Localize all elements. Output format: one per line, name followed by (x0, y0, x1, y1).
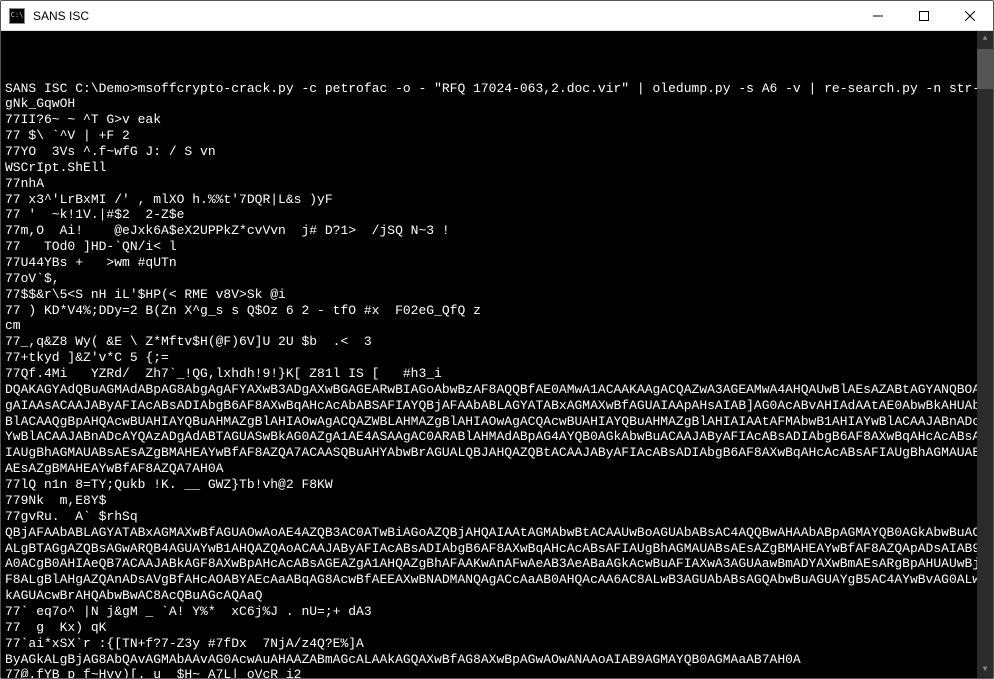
scrollbar-thumb[interactable] (977, 49, 993, 89)
application-window: C:\ SANS ISC SANS ISC C:\Demo>msoffcrypt… (0, 0, 994, 679)
titlebar[interactable]: C:\ SANS ISC (1, 1, 993, 31)
minimize-button[interactable] (855, 1, 901, 30)
window-title: SANS ISC (33, 9, 855, 23)
terminal-area[interactable]: SANS ISC C:\Demo>msoffcrypto-crack.py -c… (1, 31, 993, 678)
app-icon: C:\ (9, 8, 25, 24)
scrollbar-arrow-up-icon[interactable] (977, 31, 993, 47)
maximize-button[interactable] (901, 1, 947, 30)
vertical-scrollbar[interactable] (977, 31, 993, 678)
window-controls (855, 1, 993, 30)
app-icon-glyph: C:\ (11, 12, 24, 19)
close-button[interactable] (947, 1, 993, 30)
terminal-output: SANS ISC C:\Demo>msoffcrypto-crack.py -c… (5, 65, 989, 678)
scrollbar-arrow-down-icon[interactable] (977, 662, 993, 678)
